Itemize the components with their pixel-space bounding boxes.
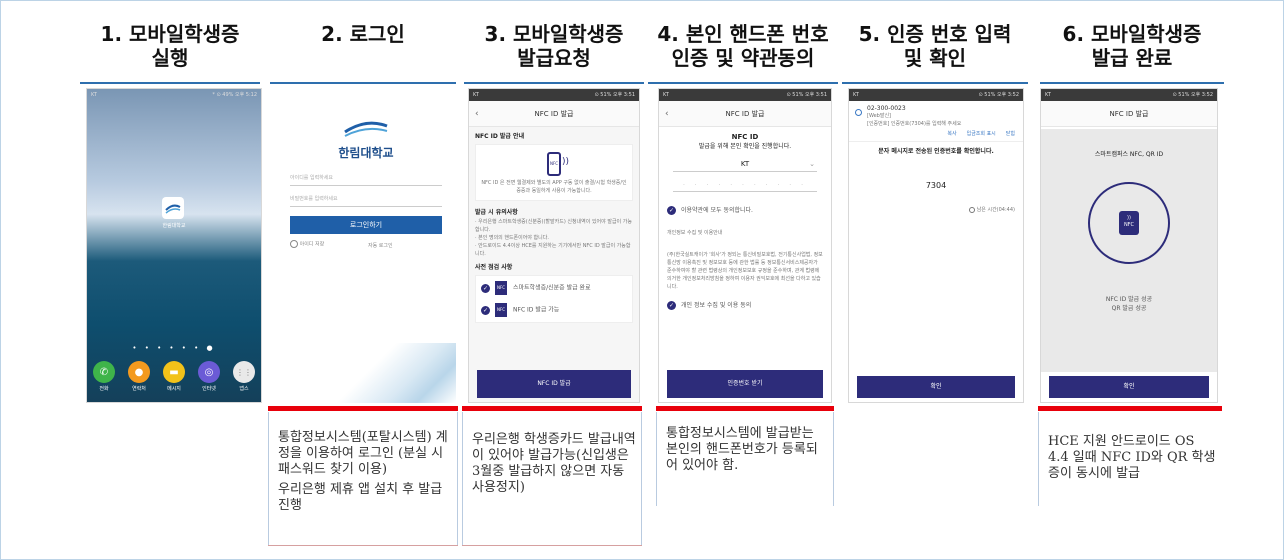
nfc-badge-icon: NFC — [495, 281, 507, 295]
check-circle-icon — [290, 240, 298, 248]
save-id-checkbox[interactable]: 아이디 저장 — [290, 240, 324, 248]
phone-number-input[interactable]: · · · · · · · · · · · — [673, 182, 817, 192]
verify-subheading: 발급을 위해 본인 확인을 진행합니다. — [698, 143, 792, 150]
check-icon: ✓ — [667, 206, 676, 215]
note-text: 통합정보시스템(포탈시스템) 계정을 이용하여 로그인 (분실 시 패스워드 찾… — [278, 430, 448, 477]
app-label: 한림대학교 — [162, 223, 186, 229]
nfc-badge-icon: NFC — [495, 303, 507, 317]
nfc-icon: )) NFC — [1119, 211, 1139, 235]
note-text: 우리은행 학생증카드 발급내역이 있어야 발급가능(신입생은 3월중 발급하지 … — [472, 432, 636, 495]
chevron-down-icon: ⌄ — [809, 160, 815, 168]
request-code-button[interactable]: 인증번호 받기 — [667, 370, 823, 398]
step-3-header: 3. 모바일학생증 발급요청 — [464, 22, 644, 84]
auto-login-checkbox[interactable]: 자동 로그인 — [368, 242, 393, 249]
agree-personal-checkbox[interactable]: ✓ 개인 정보 수집 및 이용 동의 — [667, 301, 823, 310]
check-icon: ✓ — [667, 301, 676, 310]
clock-icon — [969, 206, 976, 213]
phone-code-entry-screen: KT ⊙ 51% 오후 3:52 02-300-0023 [Web발신] [인증번… — [848, 88, 1024, 403]
note-box-verification: 통합정보시스템에 발급받는 본인의 핸드폰번호가 등록되어 있어야 함. — [656, 406, 834, 506]
terms-title: 개인정보 수집 및 이용안내 — [667, 230, 723, 236]
phone-complete-screen: KT ⊙ 51% 오후 3:52 NFC ID 발급 스마트캠퍼스 NFC, QR… — [1040, 88, 1218, 403]
hallym-app-icon[interactable] — [162, 197, 184, 219]
note-text: 통합정보시스템에 발급받는 본인의 핸드폰번호가 등록되어 있어야 함. — [666, 426, 818, 473]
agree-all-checkbox[interactable]: ✓ 이용약관에 모두 동의합니다. — [667, 206, 823, 215]
message-icon: ▬ — [163, 361, 185, 383]
contacts-icon: ● — [128, 361, 150, 383]
sms-close-link[interactable]: 닫힘 — [1006, 130, 1015, 137]
section-notes-title: 발급 시 유의사항 — [475, 209, 518, 216]
step-6-header: 6. 모바일학생증 발급 완료 — [1040, 22, 1224, 84]
dock-internet[interactable]: ◎ 인터넷 — [196, 361, 222, 392]
sms-notification[interactable]: 02-300-0023 [Web발신] [인증번호] 인증번호(7304)를 입… — [849, 101, 1023, 142]
terms-body: (주)한국실트캐이가 '회사'가 정되는 통신비밀보호법, 전기통신사업법, 정… — [667, 252, 823, 290]
verify-heading: NFC ID — [731, 133, 759, 141]
carrier-select[interactable]: KT ⌄ — [673, 160, 817, 172]
result-subtitle: 스마트캠퍼스 NFC, QR ID — [1094, 151, 1164, 158]
hallym-logo-icon — [344, 121, 388, 137]
back-arrow-icon[interactable]: ‹ — [475, 101, 479, 127]
qr-result: QR 발급 성공 — [1111, 305, 1147, 312]
note-box-request: 우리은행 학생증카드 발급내역이 있어야 발급가능(신입생은 3월중 발급하지 … — [462, 406, 642, 546]
note-text: 우리은행 제휴 앱 설치 후 발급진행 — [278, 482, 443, 513]
app-bar: ‹ NFC ID 발급 — [659, 101, 831, 127]
phone-login-screen: 한림대학교 아이디를 입력하세요 비밀번호를 입력하세요 로그인하기 아이디 저… — [276, 88, 456, 403]
nfc-issue-button[interactable]: NFC ID 발급 — [477, 370, 631, 398]
internet-icon: ◎ — [198, 361, 220, 383]
dock-message[interactable]: ▬ 메시지 — [161, 361, 187, 392]
section-precheck-title: 사전 점검 사항 — [475, 264, 513, 271]
lock-icon — [855, 109, 862, 116]
step-5-header: 5. 인증 번호 입력 및 확인 — [842, 22, 1028, 84]
back-arrow-icon[interactable]: ‹ — [665, 101, 669, 127]
nfc-phone-icon: NFC )) — [539, 152, 569, 176]
app-bar: ‹ NFC ID 발급 — [469, 101, 639, 127]
university-logo: 한림대학교 — [276, 118, 456, 161]
app-bar: NFC ID 발급 — [1041, 101, 1217, 127]
guide-card: NFC )) NFC ID 은 전면 웹결제와 별도의 APP 구동 없이 출결… — [475, 144, 633, 201]
finish-button[interactable]: 확인 — [1049, 376, 1209, 398]
precheck-item: ✓ NFC 스마트학생증/신분증 발급 완료 — [481, 281, 627, 295]
login-button[interactable]: 로그인하기 — [290, 216, 442, 234]
code-input[interactable]: 7304 — [849, 181, 1023, 190]
check-icon: ✓ — [481, 305, 490, 315]
nfc-result: NFC ID 발급 성공 — [1105, 296, 1153, 303]
nfc-circle: )) NFC — [1088, 182, 1170, 264]
step-2-header: 2. 로그인 — [270, 22, 456, 84]
decorative-wave — [336, 343, 456, 403]
code-prompt: 문자 메시지로 전송된 인증번호를 확인합니다. — [878, 148, 994, 155]
phone-nfc-request-screen: KT ⊙ 51% 오후 3:51 ‹ NFC ID 발급 NFC ID 발급 안내 … — [468, 88, 640, 403]
note-box-complete: HCE 지원 안드로이드 OS 4.4 일때 NFC ID와 QR 학생증이 동… — [1038, 406, 1222, 506]
phone-verification-screen: KT ⊙ 51% 오후 3:51 ‹ NFC ID 발급 NFC ID 발급을 위해… — [658, 88, 832, 403]
login-password-input[interactable]: 비밀번호를 입력하세요 — [290, 191, 442, 207]
precheck-item: ✓ NFC NFC ID 발급 가능 — [481, 303, 627, 317]
dock-apps[interactable]: ⋮⋮ 앱스 — [231, 361, 257, 392]
sms-deposit-link[interactable]: 입금조회 표시 — [967, 130, 996, 137]
note-box-login: 통합정보시스템(포탈시스템) 계정을 이용하여 로그인 (분실 시 패스워드 찾… — [268, 406, 458, 546]
confirm-code-button[interactable]: 확인 — [857, 376, 1015, 398]
result-panel: 스마트캠퍼스 NFC, QR ID )) NFC NFC ID 발급 성공 QR … — [1041, 129, 1217, 372]
step-1-header: 1. 모바일학생증 실행 — [80, 22, 260, 84]
issue-notes: · 우리은행 스마트학생증(신분증)(할발카드) 신청내역이 있어야 발급이 가… — [475, 219, 632, 257]
dock-phone[interactable]: ✆ 전화 — [91, 361, 117, 392]
phone-icon: ✆ — [93, 361, 115, 383]
apps-icon: ⋮⋮ — [233, 361, 255, 383]
note-text: HCE 지원 안드로이드 OS 4.4 일때 NFC ID와 QR 학생증이 동… — [1048, 434, 1216, 481]
home-dock: ✆ 전화 ● 연락처 ▬ 메시지 ◎ 인터넷 ⋮⋮ 앱스 — [91, 361, 257, 392]
code-timer: 남은 시간(04:44) — [857, 206, 1015, 213]
dock-contacts[interactable]: ● 연락처 — [126, 361, 152, 392]
section-guide-title: NFC ID 발급 안내 — [475, 133, 525, 140]
page-indicator: • • • • • • ● — [132, 344, 216, 352]
step-4-header: 4. 본인 핸드폰 번호 인증 및 약관동의 — [648, 22, 838, 84]
login-id-input[interactable]: 아이디를 입력하세요 — [290, 170, 442, 186]
sms-copy-link[interactable]: 복사 — [947, 130, 956, 137]
check-icon: ✓ — [481, 283, 490, 293]
precheck-card: ✓ NFC 스마트학생증/신분증 발급 완료 ✓ NFC NFC ID 발급 가능 — [475, 275, 633, 323]
phone-home-screen: KT * ⊙ 49% 오후 5:12 한림대학교 • • • • • • ● ✆ 전… — [86, 88, 262, 403]
